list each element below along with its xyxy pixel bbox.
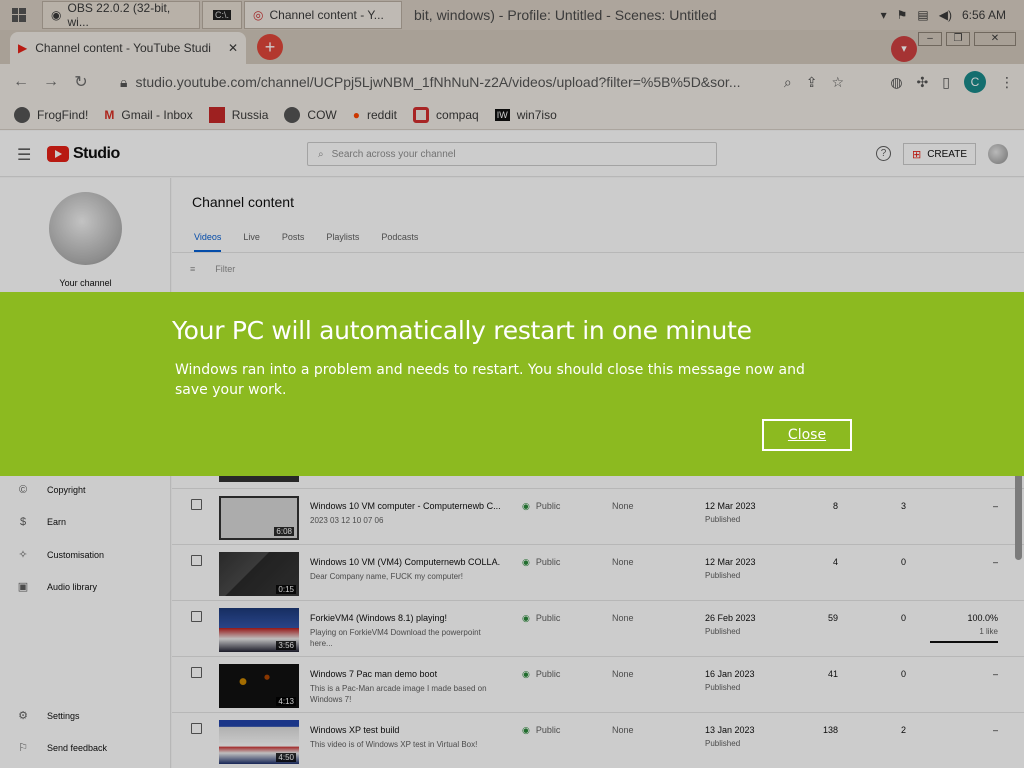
- restart-dialog: Your PC will automatically restart in on…: [0, 292, 1024, 476]
- restart-dialog-title: Your PC will automatically restart in on…: [172, 316, 752, 345]
- restart-dialog-message: Windows ran into a problem and needs to …: [175, 362, 805, 398]
- close-button[interactable]: Close: [762, 419, 852, 451]
